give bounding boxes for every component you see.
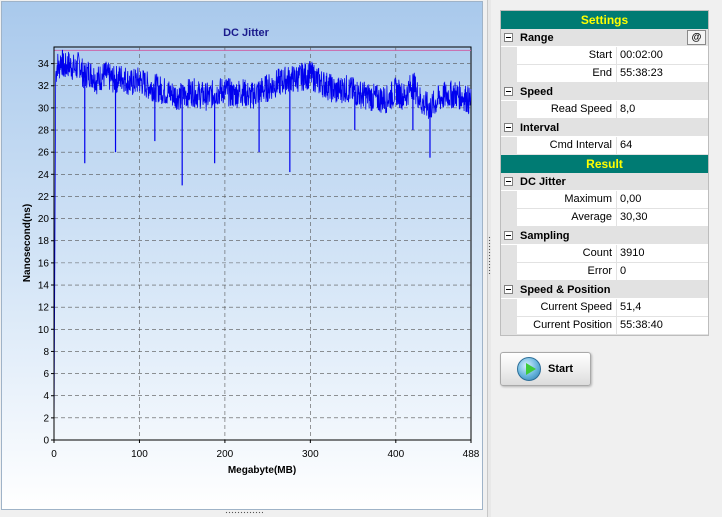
plot-area — [53, 46, 472, 441]
y-tick-label: 18 — [38, 236, 50, 247]
property-row-read-speed[interactable]: Read Speed 8,0 — [501, 101, 708, 119]
property-label: Average — [517, 209, 617, 226]
category-label: Speed — [520, 86, 554, 98]
property-row-current-position[interactable]: Current Position 55:38:40 — [501, 317, 708, 335]
property-label: Current Position — [517, 317, 617, 334]
property-row-count[interactable]: Count 3910 — [501, 245, 708, 263]
dc-jitter-chart: DC Jitter 024681012141618202224262830323… — [22, 27, 480, 476]
category-speed[interactable]: Speed — [501, 83, 708, 101]
count-value[interactable]: 3910 — [617, 245, 708, 262]
property-label: Cmd Interval — [517, 137, 617, 154]
property-label: Error — [517, 263, 617, 280]
y-tick-label: 2 — [43, 413, 49, 424]
category-interval[interactable]: Interval — [501, 119, 708, 137]
y-tick-label: 28 — [38, 126, 50, 137]
collapse-icon[interactable] — [504, 87, 513, 96]
category-label: Speed & Position — [520, 284, 611, 296]
x-axis-label: Megabyte(MB) — [228, 465, 296, 476]
current-speed-value[interactable]: 51,4 — [617, 299, 708, 316]
x-tick-label: 400 — [387, 449, 404, 460]
y-tick-label: 22 — [38, 192, 50, 203]
category-label: DC Jitter — [520, 176, 566, 188]
settings-panel: Settings Range @ Start 00:02:00 End 55:3… — [491, 0, 722, 517]
y-tick-label: 14 — [38, 281, 50, 292]
chart-area: DC Jitter 0 2 4 6 8 10 12 14 16 18 20 22 24 26 28 30 32 3… — [1, 1, 483, 510]
x-tick-label: 488 — [463, 449, 480, 460]
x-tick-label: 200 — [217, 449, 234, 460]
collapse-icon[interactable] — [504, 33, 513, 42]
chart-panel: DC Jitter 0 2 4 6 8 10 12 14 16 18 20 22 24 26 28 30 32 3… — [0, 0, 487, 517]
settings-header: Settings — [501, 11, 708, 29]
category-label: Interval — [520, 122, 560, 134]
property-grid: Settings Range @ Start 00:02:00 End 55:3… — [500, 10, 709, 336]
y-tick-label: 10 — [38, 325, 50, 336]
property-row-maximum[interactable]: Maximum 0,00 — [501, 191, 708, 209]
start-button[interactable]: Start — [500, 352, 591, 386]
property-row-end[interactable]: End 55:38:23 — [501, 65, 708, 83]
x-tick-label: 300 — [302, 449, 319, 460]
y-tick-label: 24 — [38, 170, 50, 181]
start-button-label: Start — [548, 363, 574, 375]
x-tick-label: 0 — [51, 449, 57, 460]
property-label: Start — [517, 47, 617, 64]
cmd-interval-value[interactable]: 64 — [617, 137, 708, 154]
y-tick-label: 0 — [43, 436, 49, 447]
error-value[interactable]: 0 — [617, 263, 708, 280]
current-position-value[interactable]: 55:38:40 — [617, 317, 708, 334]
x-tick-label: 100 — [131, 449, 148, 460]
y-tick-label: 20 — [38, 214, 50, 225]
category-dc-jitter[interactable]: DC Jitter — [501, 173, 708, 191]
end-value[interactable]: 55:38:23 — [617, 65, 708, 82]
property-row-start[interactable]: Start 00:02:00 — [501, 47, 708, 65]
resize-grip-bottom[interactable] — [225, 511, 263, 514]
y-tick-label: 32 — [38, 81, 50, 92]
range-button[interactable]: @ — [687, 30, 706, 45]
category-range[interactable]: Range @ — [501, 29, 708, 47]
chart-title: DC Jitter — [223, 27, 270, 39]
property-row-current-speed[interactable]: Current Speed 51,4 — [501, 299, 708, 317]
property-label: Maximum — [517, 191, 617, 208]
category-label: Range — [520, 32, 554, 44]
read-speed-value[interactable]: 8,0 — [617, 101, 708, 118]
y-tick-label: 30 — [38, 103, 50, 114]
property-label: End — [517, 65, 617, 82]
property-row-cmd-interval[interactable]: Cmd Interval 64 — [501, 137, 708, 155]
category-speed-position[interactable]: Speed & Position — [501, 281, 708, 299]
y-tick-label: 12 — [38, 303, 50, 314]
y-tick-label: 34 — [38, 59, 50, 70]
maximum-value[interactable]: 0,00 — [617, 191, 708, 208]
property-row-average[interactable]: Average 30,30 — [501, 209, 708, 227]
average-value[interactable]: 30,30 — [617, 209, 708, 226]
start-value[interactable]: 00:02:00 — [617, 47, 708, 64]
collapse-icon[interactable] — [504, 177, 513, 186]
y-tick-label: 6 — [43, 369, 49, 380]
property-label: Current Speed — [517, 299, 617, 316]
result-header: Result — [501, 155, 708, 173]
play-icon — [517, 357, 541, 381]
property-label: Count — [517, 245, 617, 262]
y-tick-label: 26 — [38, 148, 50, 159]
property-label: Read Speed — [517, 101, 617, 118]
collapse-icon[interactable] — [504, 123, 513, 132]
y-tick-label: 8 — [43, 347, 49, 358]
collapse-icon[interactable] — [504, 285, 513, 294]
y-tick-label: 16 — [38, 258, 50, 269]
category-label: Sampling — [520, 230, 570, 242]
category-sampling[interactable]: Sampling — [501, 227, 708, 245]
collapse-icon[interactable] — [504, 231, 513, 240]
y-axis-label: Nanosecond(ns) — [22, 204, 33, 282]
y-tick-label: 4 — [43, 391, 49, 402]
property-row-error[interactable]: Error 0 — [501, 263, 708, 281]
